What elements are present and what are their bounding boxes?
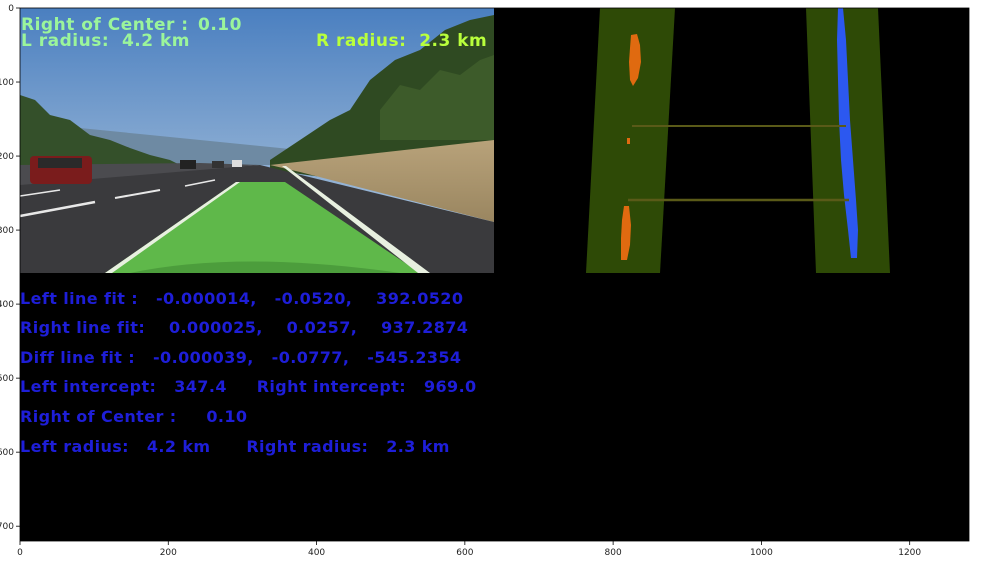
- y-tick-label: 300: [0, 226, 14, 236]
- x-tick-label: 800: [605, 548, 622, 558]
- overlay-right-radius: R radius: 2.3 km: [316, 31, 487, 51]
- info-center: Right of Center : 0.10: [20, 407, 247, 426]
- x-tick-label: 0: [17, 548, 23, 558]
- y-tick-label: 400: [0, 300, 14, 310]
- y-tick-label: 0: [8, 4, 14, 14]
- y-tick-label: 500: [0, 374, 14, 384]
- x-tick-label: 1000: [750, 548, 773, 558]
- road-camera-view: Right of Center : 0.10 L radius: 4.2 km …: [19, 8, 494, 273]
- x-tick-label: 1200: [898, 548, 921, 558]
- y-tick-label: 200: [0, 152, 14, 162]
- info-radius: Left radius: 4.2 km Right radius: 2.3 km: [20, 437, 450, 456]
- image-plot: Right of Center : 0.10 L radius: 4.2 km …: [0, 4, 970, 558]
- info-left-fit: Left line fit : -0.000014, -0.0520, 392.…: [20, 289, 463, 308]
- overlay-left-radius: L radius: 4.2 km: [21, 31, 190, 51]
- overlay-center-value: 0.10: [198, 15, 242, 35]
- info-right-fit: Right line fit: 0.000025, 0.0257, 937.28…: [20, 318, 468, 337]
- info-intercepts: Left intercept: 347.4 Right intercept: 9…: [20, 377, 477, 396]
- x-tick-label: 600: [456, 548, 473, 558]
- x-tick-label: 200: [160, 548, 177, 558]
- y-tick-label: 100: [0, 78, 14, 88]
- y-tick-label: 700: [0, 522, 14, 532]
- info-diff-fit: Diff line fit : -0.000039, -0.0777, -545…: [20, 348, 461, 367]
- y-tick-label: 600: [0, 448, 14, 458]
- x-tick-label: 400: [308, 548, 325, 558]
